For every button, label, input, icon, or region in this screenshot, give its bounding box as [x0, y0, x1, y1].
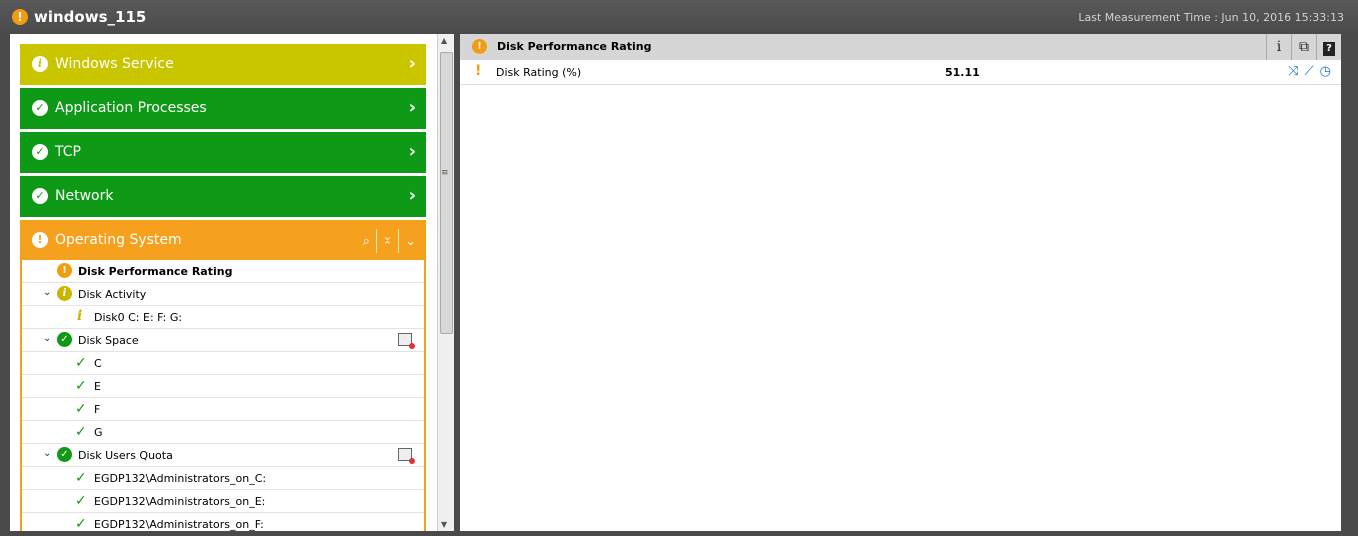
- warning-icon: !: [12, 9, 28, 25]
- scrollbar-thumb[interactable]: [440, 52, 453, 334]
- layer-label: Windows Service: [55, 56, 174, 72]
- tree-item-drive[interactable]: ✓ G: [22, 421, 424, 444]
- last-measurement-time: Last Measurement Time : Jun 10, 2016 15:…: [1078, 11, 1344, 24]
- check-icon: ✓: [32, 100, 48, 116]
- tree-item-label: EGDP132\Administrators_on_F:: [94, 518, 264, 531]
- tree-item-label: EGDP132\Administrators_on_E:: [94, 495, 266, 508]
- warning-icon: !: [32, 232, 48, 248]
- detail-title: Disk Performance Rating: [497, 40, 652, 53]
- expand-collapse-icon[interactable]: ⌄ ⌃: [383, 231, 392, 251]
- tree-item-drive[interactable]: ✓ C: [22, 352, 424, 375]
- check-icon: ✓: [32, 144, 48, 160]
- layer-tools: ⌕ ⌄ ⌃ ⌄: [363, 229, 416, 253]
- tree-item-disk0[interactable]: i Disk0 C: E: F: G:: [22, 306, 424, 329]
- left-scrollbar[interactable]: ▲ ≡ ▼: [437, 34, 454, 531]
- history-icon[interactable]: ◷: [1320, 64, 1331, 79]
- check-icon: ✓: [75, 401, 87, 417]
- chevron-down-icon[interactable]: ⌄: [43, 333, 51, 344]
- check-icon: ✓: [75, 516, 87, 531]
- tree-item-drive[interactable]: ✓ F: [22, 398, 424, 421]
- title-bar: ! windows_115 Last Measurement Time : Ju…: [0, 0, 1358, 34]
- detail-header: ! Disk Performance Rating i ⧉ ?: [460, 34, 1341, 60]
- info-icon[interactable]: i: [1266, 34, 1291, 60]
- tree-item-label: G: [94, 426, 103, 439]
- info-icon: i: [32, 56, 48, 72]
- check-icon: ✓: [32, 188, 48, 204]
- measure-value: 51.11: [945, 66, 980, 79]
- chevron-down-icon[interactable]: ⌄: [43, 287, 51, 298]
- warning-icon: !: [57, 263, 72, 278]
- check-icon: ✓: [75, 378, 87, 394]
- layer-network[interactable]: ✓ Network ›: [20, 176, 426, 217]
- tree-item-quota[interactable]: ✓ EGDP132\Administrators_on_E:: [22, 490, 424, 513]
- tree-item-label: Disk Performance Rating: [78, 265, 233, 278]
- help-icon[interactable]: ?: [1316, 34, 1341, 60]
- layer-label: TCP: [55, 144, 81, 160]
- tree-item-label: F: [94, 403, 101, 416]
- configure-icon[interactable]: [398, 333, 415, 349]
- layer-tcp[interactable]: ✓ TCP ›: [20, 132, 426, 173]
- divider: [398, 229, 400, 253]
- tree-item-label: EGDP132\Administrators_on_C:: [94, 472, 267, 485]
- page-title: windows_115: [34, 8, 147, 26]
- measure-row: ! Disk Rating (%) 51.11 ⤨ ⟋ ◷: [460, 60, 1341, 85]
- search-icon[interactable]: ⌕: [363, 234, 370, 249]
- chevron-right-icon[interactable]: ›: [409, 97, 416, 118]
- check-icon: ✓: [57, 447, 72, 462]
- test-tree: ! Disk Performance Rating ⌄ i Disk Activ…: [20, 260, 426, 531]
- layer-label: Application Processes: [55, 100, 207, 116]
- tree-item-label: E: [94, 380, 101, 393]
- layer-label: Operating System: [55, 232, 182, 248]
- monitor-icon[interactable]: ⧉: [1291, 34, 1316, 60]
- tree-item-disk-space[interactable]: ⌄ ✓ Disk Space: [22, 329, 424, 352]
- tree-item-label: Disk Users Quota: [78, 449, 173, 462]
- info-icon: i: [77, 308, 83, 324]
- tree-item-label: Disk0 C: E: F: G:: [94, 311, 183, 324]
- chevron-down-icon[interactable]: ⌄: [43, 448, 51, 459]
- tree-item-quota[interactable]: ✓ EGDP132\Administrators_on_C:: [22, 467, 424, 490]
- layer-application-processes[interactable]: ✓ Application Processes ›: [20, 88, 426, 129]
- scroll-down-icon[interactable]: ▼: [441, 520, 447, 529]
- tree-item-label: Disk Space: [78, 334, 139, 347]
- layer-panel: i Windows Service › ✓ Application Proces…: [10, 34, 453, 531]
- tree-item-drive[interactable]: ✓ E: [22, 375, 424, 398]
- layer-operating-system[interactable]: ! Operating System ⌕ ⌄ ⌃ ⌄: [20, 220, 426, 261]
- configure-icon[interactable]: [398, 448, 415, 464]
- chevron-right-icon[interactable]: ›: [409, 141, 416, 162]
- check-icon: ✓: [75, 493, 87, 509]
- divider: [375, 229, 377, 253]
- tree-item-label: Disk Activity: [78, 288, 147, 301]
- layer-label: Network: [55, 188, 114, 204]
- tree-item-quota[interactable]: ✓ EGDP132\Administrators_on_F:: [22, 513, 424, 531]
- warning-icon: !: [475, 63, 482, 79]
- grip-icon: ≡: [441, 168, 449, 178]
- chevron-right-icon[interactable]: ›: [409, 185, 416, 206]
- tree-item-disk-users-quota[interactable]: ⌄ ✓ Disk Users Quota: [22, 444, 424, 467]
- check-icon: ✓: [75, 470, 87, 486]
- check-icon: ✓: [75, 424, 87, 440]
- check-icon: ✓: [75, 355, 87, 371]
- detail-panel: ! Disk Performance Rating i ⧉ ? ! Disk R…: [460, 34, 1341, 531]
- warning-icon: !: [472, 39, 487, 54]
- info-icon: i: [57, 286, 72, 301]
- shuffle-icon[interactable]: ⤨: [1288, 64, 1298, 79]
- chevron-right-icon[interactable]: ›: [409, 53, 416, 74]
- graph-icon[interactable]: ⟋: [1305, 64, 1314, 79]
- measure-actions: ⤨ ⟋ ◷: [1288, 64, 1331, 79]
- check-icon: ✓: [57, 332, 72, 347]
- tree-item-label: C: [94, 357, 102, 370]
- measure-name: Disk Rating (%): [496, 66, 582, 79]
- tree-item-disk-activity[interactable]: ⌄ i Disk Activity: [22, 283, 424, 306]
- chevron-down-icon[interactable]: ⌄: [405, 234, 416, 249]
- detail-toolbar: i ⧉ ?: [1266, 34, 1341, 60]
- scroll-up-icon[interactable]: ▲: [441, 36, 447, 45]
- tree-item-disk-performance-rating[interactable]: ! Disk Performance Rating: [22, 260, 424, 283]
- layer-windows-service[interactable]: i Windows Service ›: [20, 44, 426, 85]
